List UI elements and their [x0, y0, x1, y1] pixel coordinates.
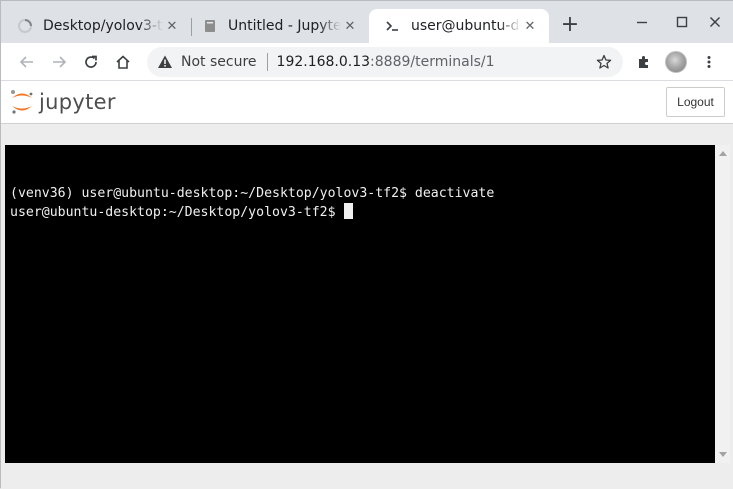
browser-toolbar: Not secure 192.168.0.13:8889/terminals/1 — [1, 43, 733, 81]
tab-label: Untitled - Jupyter Notebook — [228, 18, 341, 34]
browser-window: Desktop/yolov3-tf2/ ✕ Untitled - Jupyter… — [0, 0, 733, 489]
maximize-icon[interactable] — [669, 9, 695, 35]
terminal-prompt-text: user@ubuntu-desktop:~/Desktop/yolov3-tf2… — [10, 205, 344, 220]
security-status[interactable]: Not secure — [181, 54, 257, 70]
tab-desktop-yolov3[interactable]: Desktop/yolov3-tf2/ ✕ — [1, 9, 191, 43]
jupyter-logo-icon — [11, 90, 33, 114]
loading-spinner-icon — [17, 18, 33, 34]
jupyter-header: jupyter Logout — [1, 81, 733, 124]
terminal-icon — [385, 18, 401, 34]
terminal-container: (venv36) user@ubuntu-desktop:~/Desktop/y… — [5, 145, 730, 463]
extensions-puzzle-icon[interactable] — [632, 50, 656, 74]
terminal[interactable]: (venv36) user@ubuntu-desktop:~/Desktop/y… — [5, 145, 715, 463]
warning-icon[interactable] — [157, 54, 173, 70]
back-icon[interactable] — [15, 50, 39, 74]
close-tab-icon[interactable]: ✕ — [163, 17, 181, 35]
profile-avatar[interactable] — [665, 51, 687, 73]
notebook-icon — [202, 18, 218, 34]
url-path: :8889/terminals/1 — [370, 54, 495, 70]
jupyter-wordmark: jupyter — [39, 90, 116, 114]
terminal-scrollbar[interactable] — [715, 145, 730, 463]
close-tab-icon[interactable]: ✕ — [521, 17, 539, 35]
scroll-down-arrow-icon[interactable] — [719, 452, 727, 457]
reload-icon[interactable] — [79, 50, 103, 74]
new-tab-button[interactable]: + — [559, 14, 581, 37]
forward-icon[interactable] — [47, 50, 71, 74]
tab-untitled-notebook[interactable]: Untitled - Jupyter Notebook ✕ — [186, 9, 369, 43]
terminal-cursor — [344, 203, 354, 219]
bookmark-star-icon[interactable] — [595, 53, 613, 71]
home-icon[interactable] — [111, 50, 135, 74]
close-tab-icon[interactable]: ✕ — [341, 17, 359, 35]
terminal-line: (venv36) user@ubuntu-desktop:~/Desktop/y… — [10, 186, 495, 201]
tab-terminal[interactable]: user@ubuntu-desktop ✕ — [369, 9, 549, 43]
tab-label: Desktop/yolov3-tf2/ — [43, 18, 163, 34]
tab-label: user@ubuntu-desktop — [411, 18, 521, 34]
logout-button[interactable]: Logout — [666, 87, 725, 117]
jupyter-logo[interactable]: jupyter — [9, 87, 116, 117]
minimize-icon[interactable] — [629, 9, 655, 35]
close-window-icon[interactable] — [702, 9, 728, 35]
terminal-line-prompt: user@ubuntu-desktop:~/Desktop/yolov3-tf2… — [10, 203, 715, 221]
scroll-up-arrow-icon[interactable] — [719, 151, 727, 156]
address-bar[interactable]: Not secure 192.168.0.13:8889/terminals/1 — [147, 47, 623, 77]
menu-kebab-icon[interactable] — [697, 50, 721, 74]
page-content: jupyter Logout (venv36) user@ubuntu-desk… — [1, 81, 733, 489]
tab-strip: Desktop/yolov3-tf2/ ✕ Untitled - Jupyter… — [1, 1, 733, 43]
url-host: 192.168.0.13 — [276, 54, 371, 70]
omnibox-divider — [266, 53, 268, 71]
